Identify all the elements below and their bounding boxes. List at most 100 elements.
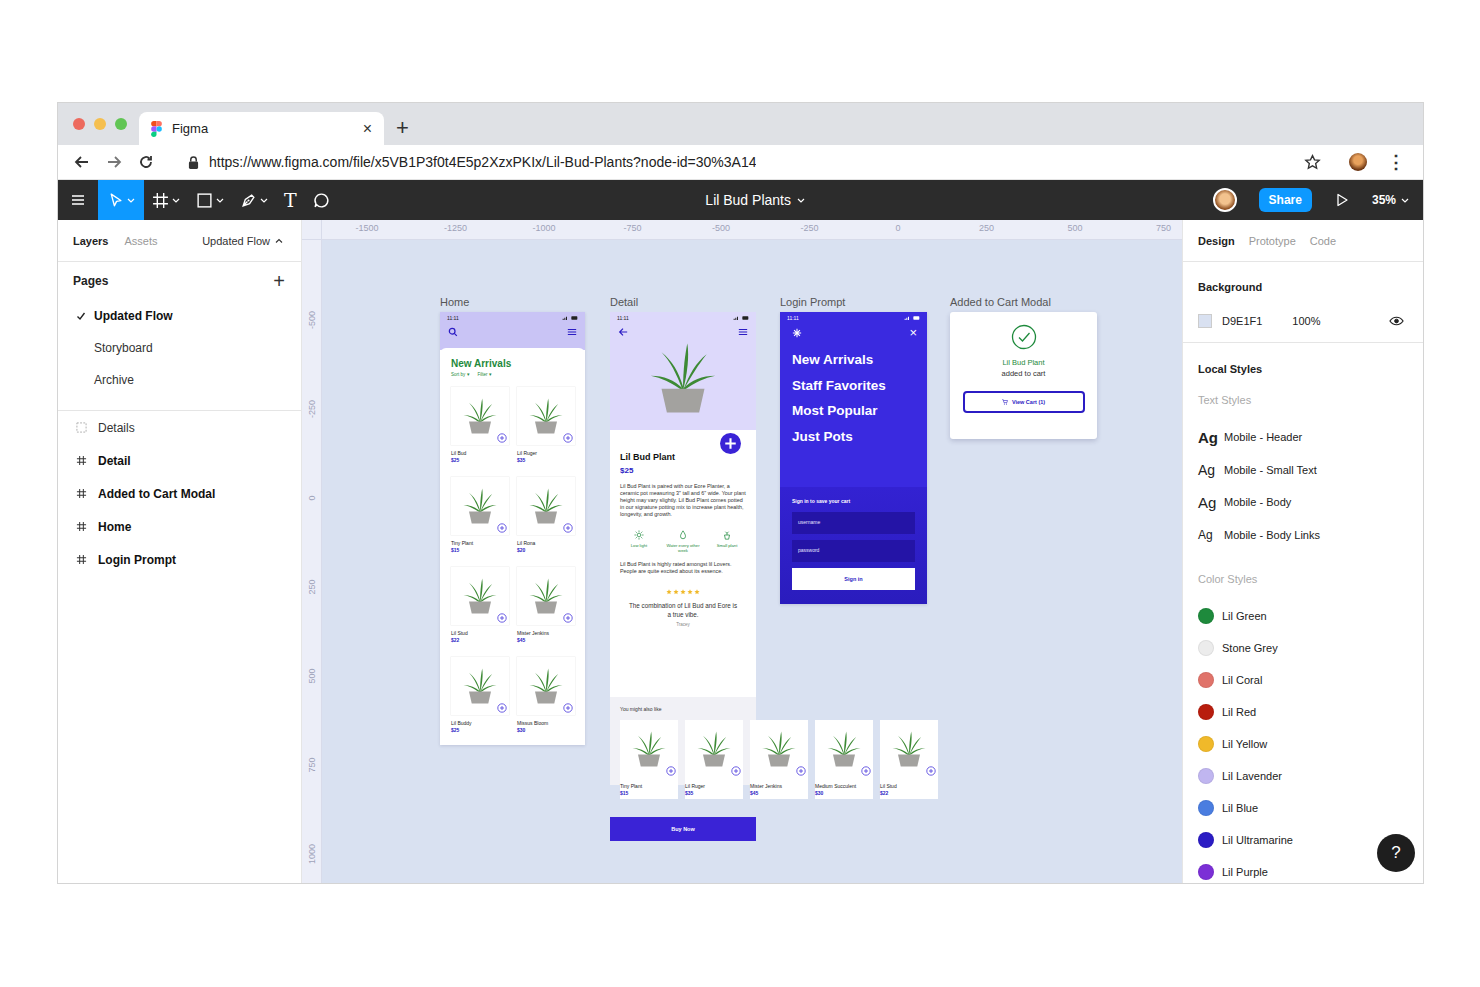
filter-dropdown[interactable]: Filter ▾	[478, 372, 492, 377]
main-menu-icon[interactable]	[58, 192, 98, 208]
maximize-window-icon[interactable]	[115, 118, 127, 130]
page-item[interactable]: Storyboard	[58, 332, 301, 364]
frame-label[interactable]: Detail	[610, 296, 756, 312]
panel-tab[interactable]: Assets	[124, 235, 157, 247]
user-avatar-icon[interactable]	[1213, 188, 1237, 212]
layer-item[interactable]: Added to Cart Modal	[58, 477, 301, 510]
panel-tab[interactable]: Prototype	[1249, 235, 1296, 247]
tab-close-button[interactable]: ×	[363, 120, 372, 138]
add-to-cart-icon[interactable]	[861, 766, 871, 776]
product-card[interactable]: Lil Stud$22	[880, 720, 938, 799]
tool-button[interactable]	[232, 180, 276, 220]
detail-frame[interactable]: 11:11Lil Bud Plant$25Lil Bud Plant is pa…	[610, 312, 756, 841]
zoom-menu[interactable]: 35%	[1372, 193, 1409, 207]
menu-item[interactable]: Staff Favorites	[792, 373, 927, 399]
view-cart-button[interactable]: View Cart (1)	[963, 391, 1085, 413]
login-frame[interactable]: 11:11×New ArrivalsStaff FavoritesMost Po…	[780, 312, 927, 604]
help-button[interactable]: ?	[1377, 834, 1415, 872]
sign-in-button[interactable]: Sign in	[792, 568, 915, 590]
add-to-cart-icon[interactable]	[563, 613, 573, 623]
home-frame[interactable]: 11:11New ArrivalsSort by ▾Filter ▾Lil Bu…	[440, 312, 585, 745]
add-to-cart-icon[interactable]	[731, 766, 741, 776]
browser-tab[interactable]: Figma×	[139, 112, 384, 145]
close-button[interactable]: ×	[909, 326, 917, 339]
layer-item[interactable]: Details	[58, 411, 301, 444]
product-card[interactable]: Lil Ruger$35	[685, 720, 743, 799]
text-style[interactable]: AgMobile - Small Text	[1198, 454, 1408, 487]
add-to-cart-icon[interactable]	[720, 433, 741, 454]
url-field[interactable]: https://www.figma.com/file/x5VB1P3f0t4E5…	[170, 154, 1288, 170]
color-style[interactable]: Stone Grey	[1198, 632, 1408, 664]
product-card[interactable]: Mister Jenkins$45	[517, 567, 575, 653]
product-card[interactable]: Lil Ruger$35	[517, 387, 575, 473]
search-icon[interactable]	[448, 327, 458, 337]
text-style[interactable]: AgMobile - Header	[1198, 421, 1408, 454]
add-to-cart-icon[interactable]	[497, 703, 507, 713]
product-card[interactable]: Missus Bloom$30	[517, 657, 575, 743]
background-fill[interactable]: D9E1F1100%	[1198, 310, 1408, 332]
page-item[interactable]: Archive	[58, 364, 301, 396]
present-play-icon[interactable]	[1322, 192, 1362, 208]
add-to-cart-icon[interactable]	[497, 523, 507, 533]
profile-avatar-icon[interactable]	[1349, 153, 1367, 171]
menu-icon[interactable]	[738, 327, 748, 337]
product-card[interactable]: Tiny Plant$15	[620, 720, 678, 799]
product-card[interactable]: Lil Rona$20	[517, 477, 575, 563]
background-opacity[interactable]: 100%	[1292, 315, 1320, 327]
add-page-button[interactable]: +	[273, 270, 285, 293]
tool-button[interactable]	[98, 180, 144, 220]
product-card[interactable]: Tiny Plant$15	[451, 477, 509, 563]
product-card[interactable]: Lil Buddy$25	[451, 657, 509, 743]
add-to-cart-icon[interactable]	[926, 766, 936, 776]
layer-item[interactable]: Home	[58, 510, 301, 543]
menu-item[interactable]: Just Pots	[792, 424, 927, 450]
color-style[interactable]: Lil Coral	[1198, 664, 1408, 696]
panel-tab[interactable]: Design	[1198, 235, 1235, 247]
page-select[interactable]: Updated Flow	[202, 235, 283, 247]
browser-menu-button[interactable]: ⋮	[1383, 151, 1409, 173]
product-card[interactable]: Lil Bud$25	[451, 387, 509, 473]
tool-button[interactable]	[144, 180, 188, 220]
sort-dropdown[interactable]: Sort by ▾	[451, 372, 470, 377]
new-tab-button[interactable]: +	[384, 112, 421, 145]
text-field[interactable]: username	[792, 512, 915, 534]
color-style[interactable]: Lil Green	[1198, 600, 1408, 632]
add-to-cart-icon[interactable]	[796, 766, 806, 776]
close-window-icon[interactable]	[73, 118, 85, 130]
add-to-cart-icon[interactable]	[497, 613, 507, 623]
color-style[interactable]: Lil Blue	[1198, 792, 1408, 824]
frame-label[interactable]: Login Prompt	[780, 296, 927, 312]
bookmark-star-icon[interactable]	[1304, 154, 1321, 171]
back-arrow-icon[interactable]	[618, 327, 628, 337]
color-style[interactable]: Lil Purple	[1198, 856, 1408, 883]
reload-icon[interactable]	[138, 154, 154, 170]
canvas[interactable]: -1500-1250-1000-750-500-2500250500750-50…	[302, 220, 1182, 883]
visibility-eye-icon[interactable]	[1389, 316, 1404, 326]
color-style[interactable]: Lil Yellow	[1198, 728, 1408, 760]
buy-now-button[interactable]: Buy Now	[610, 817, 756, 841]
add-to-cart-icon[interactable]	[497, 433, 507, 443]
share-button[interactable]: Share	[1259, 188, 1312, 212]
color-style[interactable]: Lil Lavender	[1198, 760, 1408, 792]
menu-item[interactable]: New Arrivals	[792, 347, 927, 373]
back-arrow-icon[interactable]	[74, 154, 90, 170]
add-to-cart-icon[interactable]	[666, 766, 676, 776]
minimize-window-icon[interactable]	[94, 118, 106, 130]
color-style[interactable]: Lil Red	[1198, 696, 1408, 728]
menu-item[interactable]: Most Popular	[792, 398, 927, 424]
page-item[interactable]: Updated Flow	[58, 300, 301, 332]
add-to-cart-icon[interactable]	[563, 523, 573, 533]
add-to-cart-icon[interactable]	[563, 433, 573, 443]
file-name-menu[interactable]: Lil Bud Plants	[705, 192, 805, 208]
frame-label[interactable]: Home	[440, 296, 585, 312]
text-field[interactable]: password	[792, 540, 915, 562]
tool-button[interactable]: T	[276, 180, 305, 220]
frame-label[interactable]: Added to Cart Modal	[950, 296, 1097, 312]
layer-item[interactable]: Detail	[58, 444, 301, 477]
text-style[interactable]: AgMobile - Body	[1198, 486, 1408, 519]
product-card[interactable]: Medium Succulent$30	[815, 720, 873, 799]
tool-button[interactable]	[305, 180, 338, 220]
forward-arrow-icon[interactable]	[106, 154, 122, 170]
panel-tab[interactable]: Code	[1310, 235, 1336, 247]
product-card[interactable]: Mister Jenkins$45	[750, 720, 808, 799]
